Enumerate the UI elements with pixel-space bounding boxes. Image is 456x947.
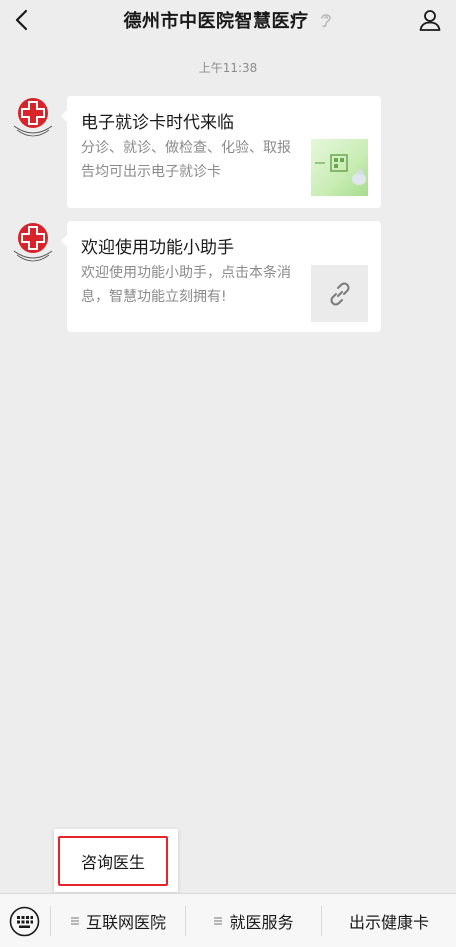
link-description: 欢迎使用功能小助手，点击本条消息，智慧功能立刻拥有! <box>81 265 291 305</box>
consult-doctor-menu-item[interactable]: 咨询医生 <box>58 836 168 886</box>
article-title: 电子就诊卡时代来临 <box>81 113 234 133</box>
menu-item-label: 出示健康卡 <box>348 913 429 932</box>
top-navigation-bar: 德州市中医院智慧医疗 <box>0 0 456 40</box>
ear-icon <box>319 11 333 29</box>
profile-button[interactable] <box>414 4 446 36</box>
page-title: 德州市中医院智慧医疗 <box>123 11 309 32</box>
user-icon <box>419 10 441 31</box>
hospital-logo-avatar[interactable] <box>11 96 55 140</box>
menu-medical-services[interactable]: 就医服务 <box>186 894 321 947</box>
keyboard-icon <box>9 906 40 937</box>
article-card-e-medical-card[interactable]: 电子就诊卡时代来临 分诊、就诊、做检查、化验、取报告均可出示电子就诊卡 <box>61 96 381 208</box>
message-timestamp: 上午11:38 <box>198 61 258 75</box>
article-description: 分诊、就诊、做检查、化验、取报告均可出示电子就诊卡 <box>81 140 291 180</box>
article-thumbnail <box>311 139 368 196</box>
menu-show-health-card[interactable]: 出示健康卡 <box>322 894 456 947</box>
link-thumbnail <box>311 265 368 322</box>
menu-item-label: 互联网医院 <box>85 913 166 932</box>
hospital-logo-avatar[interactable] <box>11 221 55 265</box>
link-card-assistant[interactable]: 欢迎使用功能小助手 欢迎使用功能小助手，点击本条消息，智慧功能立刻拥有! <box>61 221 381 332</box>
submenu-popup: 咨询医生 <box>54 829 178 892</box>
menu-item-label: 就医服务 <box>229 913 294 932</box>
link-icon <box>329 281 350 306</box>
title-container: 德州市中医院智慧医疗 <box>0 0 456 40</box>
keyboard-toggle-button[interactable] <box>9 906 40 937</box>
menu-lines-icon <box>213 916 223 926</box>
menu-lines-icon <box>70 916 80 926</box>
bottom-menu-bar: 互联网医院 就医服务 出示健康卡 <box>0 893 456 947</box>
menu-internet-hospital[interactable]: 互联网医院 <box>51 894 185 947</box>
link-title: 欢迎使用功能小助手 <box>81 238 234 258</box>
